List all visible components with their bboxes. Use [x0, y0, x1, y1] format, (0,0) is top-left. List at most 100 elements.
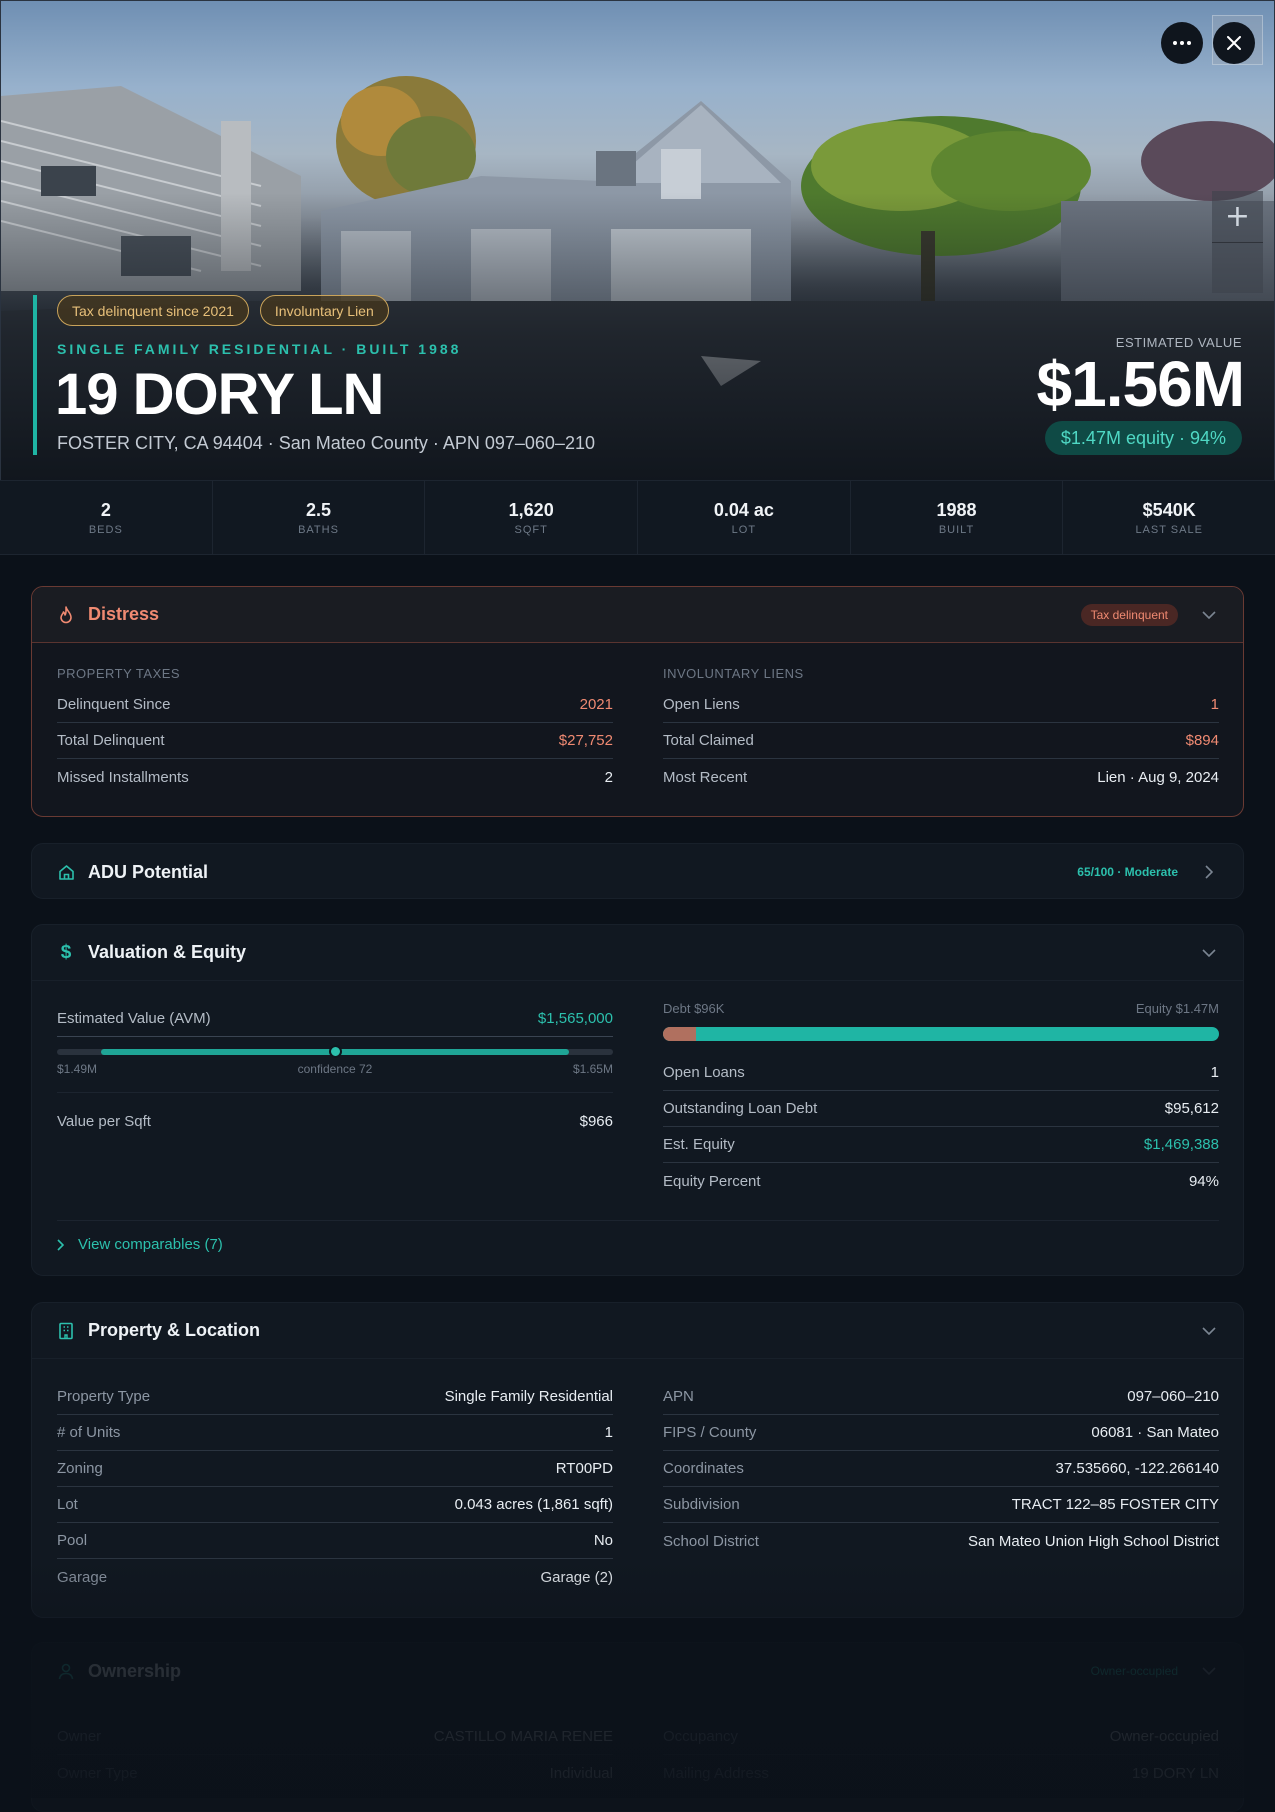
- avm-range-labels: $1.49M confidence 72 $1.65M: [57, 1062, 613, 1076]
- adu-header[interactable]: ADU Potential 65/100 · Moderate: [32, 844, 1243, 898]
- table-row: Total Delinquent $27,752: [57, 723, 613, 759]
- avm-confidence-track: [57, 1045, 613, 1058]
- property-details-left: Property Type Single Family Residential #…: [57, 1379, 613, 1595]
- row-key: Open Loans: [663, 1064, 745, 1081]
- table-row: Mailing Address 19 DORY LN: [663, 1755, 1219, 1791]
- row-key: Missed Installments: [57, 768, 189, 786]
- chevron-down-icon[interactable]: [1200, 944, 1218, 962]
- zoom-in-icon[interactable]: +: [1212, 191, 1263, 242]
- row-value: 097–060–210: [1127, 1388, 1219, 1405]
- row-key: APN: [663, 1388, 694, 1405]
- property-details-right: APN 097–060–210 FIPS / County 06081 · San …: [663, 1379, 1219, 1559]
- involuntary-lien-chip: Involuntary Lien: [259, 295, 389, 326]
- stat-value: 2: [100, 499, 111, 520]
- stat-built: 1988 BUILT: [851, 481, 1064, 554]
- row-key: FIPS / County: [663, 1424, 757, 1441]
- divider: [57, 1092, 613, 1093]
- more-button[interactable]: [1161, 22, 1203, 64]
- table-row: Zoning RT00PD: [57, 1451, 613, 1487]
- property-location: FOSTER CITY, CA 94404 · San Mateo County…: [57, 433, 595, 453]
- property-taxes-section: PROPERTY TAXES Delinquent Since 2021 Tota…: [57, 659, 613, 795]
- table-row: Missed Installments 2: [57, 759, 613, 795]
- view-comparables-link[interactable]: View comparables (7): [57, 1236, 223, 1253]
- row-value: TRACT 122–85 FOSTER CITY: [1011, 1496, 1219, 1513]
- stat-last-sale: $540K LAST SALE: [1063, 481, 1275, 554]
- property-header[interactable]: Property & Location: [32, 1303, 1243, 1359]
- stat-label: BUILT: [938, 523, 975, 536]
- row-value: Individual: [549, 1764, 613, 1782]
- chevron-down-icon[interactable]: [1200, 1662, 1218, 1680]
- hero-photo: + Tax delinquent since 2021 Involuntary …: [0, 0, 1275, 480]
- tax-delinquent-chip: Tax delinquent since 2021: [57, 295, 249, 326]
- table-row: Garage Garage (2): [57, 1559, 613, 1595]
- table-row: Property Type Single Family Residential: [57, 1379, 613, 1415]
- stat-beds: 2 BEDS: [0, 481, 213, 554]
- row-value: $966: [579, 1112, 613, 1130]
- row-key: Open Liens: [663, 696, 740, 713]
- avm-confidence-label: confidence 72: [297, 1062, 373, 1076]
- row-key: Est. Equity: [663, 1136, 735, 1153]
- chevron-down-icon[interactable]: [1200, 606, 1218, 624]
- table-row: FIPS / County 06081 · San Mateo: [663, 1415, 1219, 1451]
- table-row: School District San Mateo Union High Scho…: [663, 1523, 1219, 1559]
- building-icon: [57, 1322, 75, 1340]
- row-value: $27,752: [558, 732, 613, 749]
- row-value: 0.043 acres (1,861 sqft): [454, 1496, 613, 1513]
- table-row: Lot 0.043 acres (1,861 sqft): [57, 1487, 613, 1523]
- row-value: Single Family Residential: [444, 1388, 613, 1405]
- ownership-card: Ownership Owner-occupied Owner CASTILLO M…: [31, 1642, 1244, 1812]
- row-key: Mailing Address: [663, 1764, 769, 1782]
- property-title: Property & Location: [88, 1320, 261, 1340]
- ownership-badge: Owner-occupied: [1090, 1664, 1178, 1678]
- per-sqft-section: Value per Sqft $966: [57, 1103, 613, 1139]
- row-value: Lien · Aug 9, 2024: [1097, 768, 1219, 786]
- row-value: $1,469,388: [1143, 1136, 1219, 1153]
- chevron-down-icon[interactable]: [1200, 1322, 1218, 1340]
- property-taxes-label: PROPERTY TAXES: [57, 665, 181, 681]
- row-value: 94%: [1188, 1172, 1219, 1190]
- chevron-right-icon[interactable]: [1200, 863, 1218, 881]
- distress-header[interactable]: Distress Tax delinquent: [32, 587, 1243, 643]
- table-row: # of Units 1: [57, 1415, 613, 1451]
- table-row: Coordinates 37.535660, -122.266140: [663, 1451, 1219, 1487]
- distress-card: Distress Tax delinquent PROPERTY TAXES D…: [31, 586, 1244, 817]
- ownership-details-right: Occupancy Owner-occupied Mailing Address 1…: [663, 1719, 1219, 1791]
- ownership-title: Ownership: [88, 1660, 182, 1681]
- ownership-header[interactable]: Ownership Owner-occupied: [32, 1643, 1243, 1699]
- stat-value: 2.5: [305, 499, 332, 520]
- row-key: Lot: [57, 1496, 78, 1513]
- table-row: Equity Percent 94%: [663, 1163, 1219, 1199]
- distress-title: Distress: [88, 604, 160, 624]
- table-row: Subdivision TRACT 122–85 FOSTER CITY: [663, 1487, 1219, 1523]
- estimated-value: $1.56M: [1036, 348, 1245, 420]
- row-key: Total Claimed: [663, 732, 754, 749]
- row-key: Zoning: [57, 1460, 103, 1477]
- more-icon: [1173, 41, 1191, 45]
- row-key: Equity Percent: [663, 1172, 761, 1190]
- row-key: School District: [663, 1532, 759, 1550]
- involuntary-liens-label: INVOLUNTARY LIENS: [663, 665, 804, 681]
- row-value: 2: [604, 768, 613, 786]
- table-row: Est. Equity $1,469,388: [663, 1127, 1219, 1163]
- dollar-icon: $: [60, 941, 72, 963]
- row-value: Garage (2): [540, 1568, 613, 1586]
- close-button[interactable]: [1213, 22, 1255, 64]
- hero-chips: Tax delinquent since 2021 Involuntary Li…: [57, 295, 389, 326]
- row-value: $1,565,000: [537, 1010, 613, 1027]
- adu-potential-card[interactable]: ADU Potential 65/100 · Moderate: [31, 843, 1244, 899]
- row-key: Estimated Value (AVM): [57, 1010, 211, 1027]
- row-value: 1: [1210, 1064, 1219, 1081]
- stat-value: 1,620: [508, 499, 554, 520]
- debt-fill: [663, 1027, 697, 1041]
- row-value: 37.535660, -122.266140: [1055, 1460, 1219, 1477]
- row-key: # of Units: [57, 1424, 121, 1441]
- row-value: 19 DORY LN: [1132, 1764, 1219, 1782]
- valuation-header[interactable]: $ Valuation & Equity: [32, 925, 1243, 981]
- avm-section: Estimated Value (AVM) $1,565,000: [57, 1001, 613, 1037]
- avm-high-label: $1.65M: [572, 1062, 613, 1076]
- row-value: CASTILLO MARIA RENEE: [433, 1728, 613, 1745]
- property-location-card: Property & Location Property Type Single …: [31, 1302, 1244, 1618]
- avm-low-label: $1.49M: [57, 1062, 98, 1076]
- loan-equity-section: Open Loans 1 Outstanding Loan Debt $95,612…: [663, 1055, 1219, 1199]
- row-key: Subdivision: [663, 1496, 740, 1513]
